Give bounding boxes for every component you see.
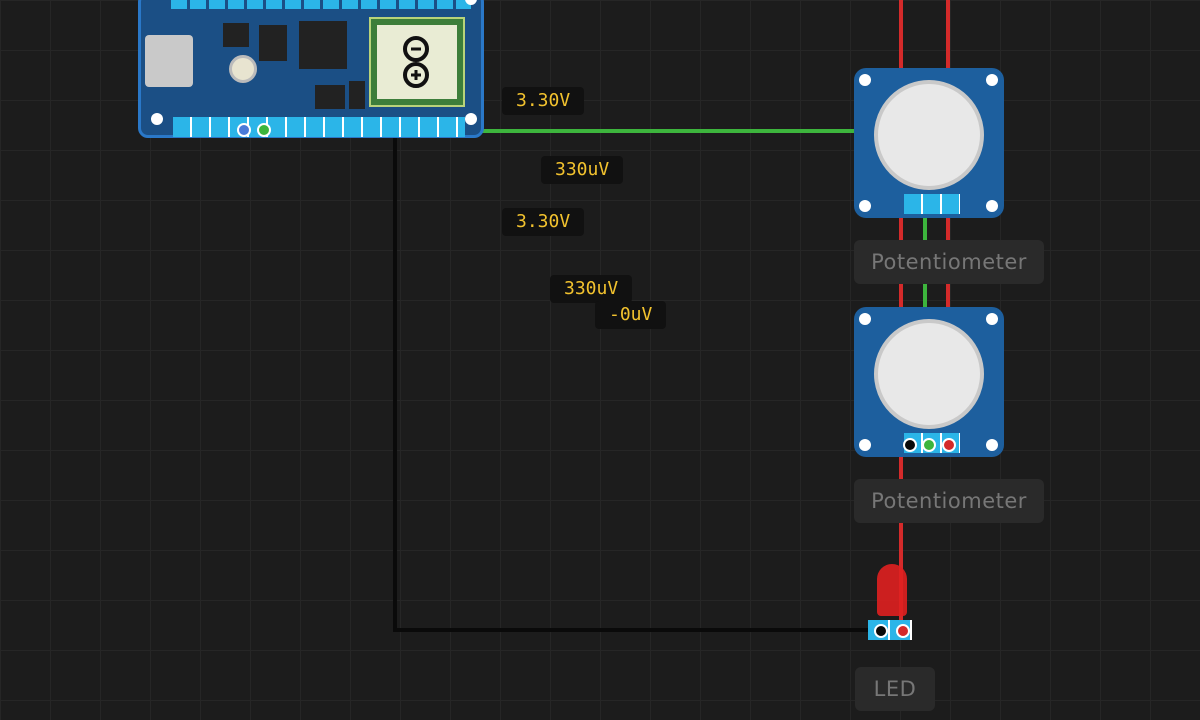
voltage-probe-2: 330uV <box>541 156 624 184</box>
pin-connection-green[interactable] <box>257 123 271 137</box>
pin-dot-green[interactable] <box>922 438 936 452</box>
microcontroller-board[interactable] <box>138 0 484 138</box>
usb-connector <box>145 35 193 87</box>
mount-hole <box>859 439 871 451</box>
mount-hole <box>859 74 871 86</box>
voltage-probe-4: 330uV <box>550 275 633 303</box>
mount-hole <box>986 200 998 212</box>
led-label[interactable]: LED <box>855 667 935 711</box>
radio-module <box>369 17 465 107</box>
knob[interactable] <box>874 80 984 190</box>
mount-hole <box>859 200 871 212</box>
potentiometer-bottom[interactable] <box>854 307 1004 457</box>
knob[interactable] <box>874 319 984 429</box>
led-pin-dot-red[interactable] <box>896 624 910 638</box>
component-chip-3 <box>349 81 365 109</box>
top-header-pins <box>171 0 471 9</box>
pin-dot-red[interactable] <box>942 438 956 452</box>
corner-hole-right <box>465 113 477 125</box>
processor-chip <box>299 21 347 69</box>
component-chip-rect <box>259 25 287 61</box>
mount-hole <box>986 439 998 451</box>
voltage-probe-1: 3.30V <box>502 87 585 115</box>
potentiometer-top[interactable] <box>854 68 1004 218</box>
pin-dot-black[interactable] <box>903 438 917 452</box>
mount-hole <box>859 313 871 325</box>
bottom-header-pins <box>173 117 465 137</box>
voltage-probe-3: 3.30V <box>502 208 585 236</box>
component-chip-2 <box>315 85 345 109</box>
component-chip-small <box>223 23 249 47</box>
led[interactable] <box>868 560 914 644</box>
mount-hole <box>986 74 998 86</box>
infinity-logo-icon <box>403 36 429 88</box>
mount-hole <box>986 313 998 325</box>
voltage-probe-5: -0uV <box>595 301 667 329</box>
pin-connection-blue[interactable] <box>237 123 251 137</box>
pin-header[interactable] <box>904 194 960 214</box>
reset-button[interactable] <box>229 55 257 83</box>
potentiometer-top-label[interactable]: Potentiometer <box>854 240 1044 284</box>
led-bulb <box>877 564 907 616</box>
corner-hole-left <box>151 113 163 125</box>
led-pin-dot-black[interactable] <box>874 624 888 638</box>
potentiometer-bottom-label[interactable]: Potentiometer <box>854 479 1044 523</box>
